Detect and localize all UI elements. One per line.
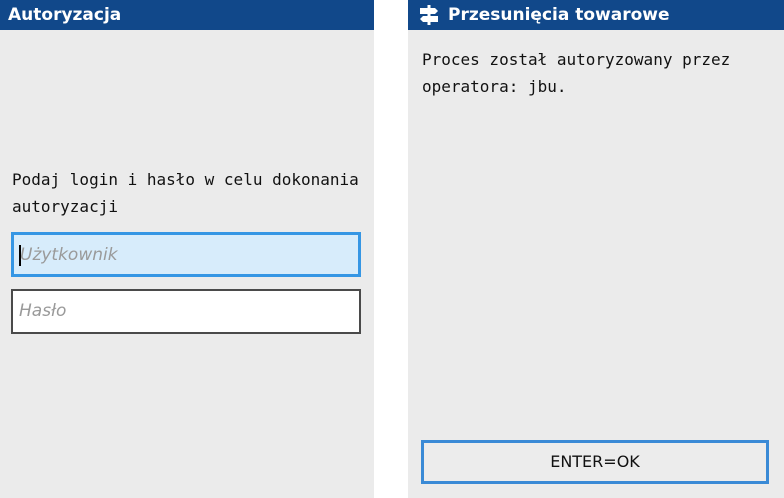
auth-prompt: Podaj login i hasło w celu dokonania aut…	[12, 170, 359, 216]
username-placeholder: Użytkownik	[20, 245, 118, 265]
enter-ok-button[interactable]: ENTER=OK	[421, 440, 769, 484]
password-placeholder: Hasło	[19, 301, 67, 321]
text-caret	[19, 245, 21, 266]
transfer-title: Przesunięcia towarowe	[448, 5, 670, 25]
signpost-icon	[418, 4, 440, 26]
auth-title: Autoryzacja	[0, 0, 374, 30]
password-input[interactable]: Hasło	[11, 289, 361, 334]
transfer-titlebar: Przesunięcia towarowe	[408, 0, 784, 30]
authorization-message: Proces został autoryzowany przez operato…	[422, 50, 731, 96]
transfer-panel: Przesunięcia towarowe Proces został auto…	[408, 0, 784, 498]
auth-panel: Autoryzacja Podaj login i hasło w celu d…	[0, 0, 374, 498]
username-input[interactable]: Użytkownik	[11, 232, 361, 277]
